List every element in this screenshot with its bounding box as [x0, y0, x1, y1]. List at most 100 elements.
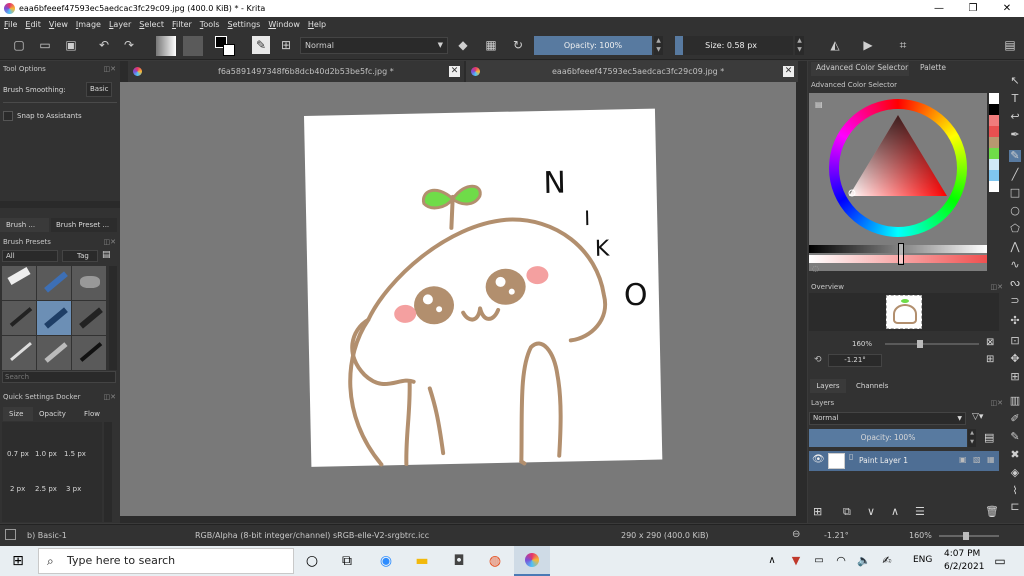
fill-tool-icon[interactable]: ◈ — [1009, 467, 1021, 479]
assistant-tool-icon[interactable]: ⌇ — [1009, 485, 1021, 497]
zoom-app-icon[interactable]: ◉ — [378, 553, 394, 569]
tab-advanced-color-selector[interactable]: Advanced Color Selector — [816, 63, 908, 72]
brush-preset-ink[interactable] — [2, 301, 36, 335]
canvas-hscroll[interactable] — [120, 516, 807, 523]
brush-preset-pencil-blue[interactable] — [37, 266, 71, 300]
move-tool-icon[interactable]: ✥ — [1009, 353, 1021, 365]
palette-swatch[interactable] — [989, 148, 999, 159]
docker-close-icon[interactable]: ◫✕ — [991, 399, 1003, 407]
brush-preset-chalk[interactable] — [37, 336, 71, 370]
krita-taskbar-button[interactable] — [514, 546, 550, 576]
filter-icon[interactable]: ▽▾ — [972, 412, 983, 422]
clock-date[interactable]: 6/2/2021 — [944, 562, 984, 572]
dynamic-brush-icon[interactable]: ⊃ — [1009, 295, 1021, 307]
tab-flow[interactable]: Flow — [84, 407, 100, 421]
freehand-path-icon[interactable]: ᔓ — [1009, 277, 1021, 289]
brush-preset-icon[interactable] — [5, 529, 16, 540]
palette-swatch[interactable] — [989, 126, 999, 137]
delete-layer-icon[interactable]: 🗑 — [985, 505, 999, 518]
tab-document-1[interactable]: f6a5891497348f6b8dcb40d2b53be5fc.jpg * ✕ — [128, 61, 464, 82]
layer-opacity-spin[interactable]: ▲ ▼ — [968, 429, 976, 447]
eraser-icon[interactable]: ◆ — [456, 38, 470, 52]
overview-thumbnail[interactable] — [886, 295, 922, 329]
add-layer-icon[interactable]: ⊞ — [813, 505, 822, 518]
palette-swatch[interactable] — [989, 137, 999, 148]
tab-size[interactable]: Size — [3, 407, 33, 421]
clock-time[interactable]: 4:07 PM — [944, 549, 980, 559]
layer-properties-icon[interactable]: ▤ — [984, 431, 994, 444]
docker-close-icon[interactable]: ◫✕ — [104, 393, 116, 401]
pattern-swatch[interactable] — [183, 36, 203, 56]
size-spin[interactable]: ▲ ▼ — [795, 36, 804, 55]
measure-tool-icon[interactable]: ⊏ — [1009, 501, 1021, 513]
polygon-tool-icon[interactable]: ⬠ — [1009, 223, 1021, 235]
palette-swatch[interactable] — [989, 170, 999, 181]
brush-preset-airbrush[interactable] — [72, 266, 106, 300]
menu-layer[interactable]: Layer — [109, 20, 131, 29]
size-preset[interactable]: 2.5 px — [35, 485, 57, 493]
color-history-icon[interactable]: ◌ — [812, 264, 819, 273]
palette-swatch[interactable] — [989, 93, 999, 104]
canvas-drawing[interactable]: N I K O — [120, 82, 807, 516]
select-shapes-icon[interactable]: ↖ — [1009, 75, 1021, 87]
workspace-icon[interactable]: ⊞ — [279, 38, 293, 52]
layer-blend-select[interactable]: Normal ▼ — [809, 412, 966, 425]
file-explorer-icon[interactable]: ▬ — [414, 553, 430, 569]
chevron-up-icon[interactable]: ∧ — [764, 553, 780, 569]
move-layer-down-icon[interactable]: ∨ — [867, 505, 875, 518]
brush-preset-icon[interactable]: ✎ — [252, 36, 270, 54]
menu-settings[interactable]: Settings — [228, 20, 261, 29]
layer-properties-list-icon[interactable]: ☰ — [915, 505, 925, 518]
wrap-around-icon[interactable]: ⌗ — [896, 38, 910, 52]
zoom-slider[interactable] — [885, 340, 979, 348]
reload-preset-icon[interactable]: ↻ — [511, 38, 525, 52]
tab-layers[interactable]: Layers — [810, 379, 846, 393]
transform-tool-icon[interactable]: ⊞ — [1009, 371, 1021, 383]
overview-panel[interactable] — [809, 293, 999, 331]
colorize-mask-icon[interactable]: ✎ — [1009, 431, 1021, 443]
brush-preset-eraser[interactable] — [2, 266, 36, 300]
preset-scrollbar[interactable] — [109, 266, 117, 370]
opacity-spin[interactable]: ▲ ▼ — [654, 36, 663, 55]
preset-search-input[interactable]: Search — [2, 371, 116, 383]
preset-view-icon[interactable]: ▤ — [102, 250, 111, 260]
close-tab-icon[interactable]: ✕ — [449, 66, 460, 77]
docker-close-icon[interactable]: ◫✕ — [991, 283, 1003, 291]
task-view-icon[interactable]: ⧉ — [339, 553, 355, 569]
close-tab-icon[interactable]: ✕ — [783, 66, 794, 77]
lock-icon[interactable]: ▣ — [959, 455, 967, 464]
quick-settings-scrollbar[interactable] — [104, 422, 112, 522]
menu-file[interactable]: File — [4, 20, 17, 29]
preserve-alpha-icon[interactable]: ▦ — [484, 38, 498, 52]
color-wheel[interactable] — [809, 93, 987, 243]
canvas-area[interactable]: N I K O — [120, 82, 807, 516]
layer-row[interactable]: 👁 ▯ Paint Layer 1 ▣ ▧ ▦ — [809, 451, 999, 471]
cortana-icon[interactable]: ○ — [304, 553, 320, 569]
gradient-swatch[interactable] — [156, 36, 176, 56]
duplicate-layer-icon[interactable]: ⧉ — [843, 505, 851, 519]
notifications-icon[interactable]: ▭ — [992, 553, 1008, 569]
line-tool-icon[interactable]: ╱ — [1009, 169, 1021, 181]
palette-swatch[interactable] — [989, 159, 999, 170]
tab-opacity[interactable]: Opacity — [39, 407, 66, 421]
blend-mode-select[interactable]: Normal ▼ — [300, 37, 448, 54]
zoom-status-slider[interactable] — [939, 532, 999, 540]
rotation-spinbox[interactable]: -1.21° — [828, 354, 882, 367]
smart-patch-icon[interactable]: ✖ — [1009, 449, 1021, 461]
menu-window[interactable]: Window — [268, 20, 300, 29]
palette-swatch[interactable] — [989, 115, 999, 126]
crop-tool-icon[interactable]: ⊡ — [1009, 335, 1021, 347]
palette-swatch[interactable] — [989, 104, 999, 115]
brush-preset-knife[interactable] — [2, 336, 36, 370]
slider-handle[interactable] — [898, 243, 904, 265]
tag-select[interactable]: Tag — [62, 250, 98, 262]
menu-help[interactable]: Help — [308, 20, 326, 29]
undo-icon[interactable]: ↶ — [97, 38, 111, 52]
size-preset[interactable]: 1.0 px — [35, 450, 57, 458]
tab-channels[interactable]: Channels — [856, 379, 888, 393]
redo-icon[interactable]: ↷ — [122, 38, 136, 52]
mirror-vertical-icon[interactable]: ▶ — [861, 38, 875, 52]
taskbar-search-input[interactable]: ⌕ Type here to search — [38, 548, 294, 574]
tab-brush-preset[interactable]: Brush Preset ... — [51, 218, 117, 232]
eyedropper-icon[interactable]: ✐ — [1009, 413, 1021, 425]
